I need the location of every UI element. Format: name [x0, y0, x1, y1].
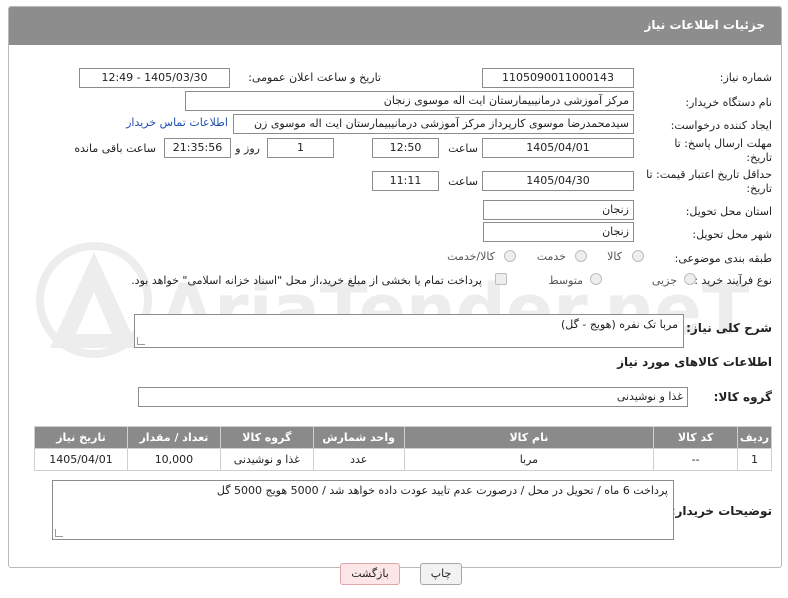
need-number-field: 1105090011000143 [482, 68, 634, 88]
reply-date-field: 1405/04/01 [482, 138, 634, 158]
creator-field: سیدمحمدرضا موسوی کارپرداز مرکز آموزشی در… [233, 114, 634, 134]
remaining-label: ساعت باقی مانده [74, 142, 156, 155]
payment-note: پرداخت تمام یا بخشی از مبلغ خرید،از محل … [131, 274, 482, 287]
goods-group-label: گروه کالا: [713, 390, 772, 404]
panel-header: جزئیات اطلاعات نیاز [9, 7, 781, 45]
cell-name: مربا [403, 448, 655, 471]
category-goods-label: کالا [607, 250, 622, 263]
col-unit: واحد شمارش [312, 426, 405, 449]
province-label: استان محل تحویل: [685, 205, 772, 218]
buyer-org-field: مرکز آموزشی درمانیبیمارستان ایت اله موسو… [185, 91, 634, 111]
reply-time-label: ساعت [448, 142, 478, 155]
description-text: مربا تک نفره (هویج - گل) [561, 318, 678, 331]
page-title: جزئیات اطلاعات نیاز [644, 18, 765, 32]
buyer-notes-field: پرداخت 6 ماه / تحویل در محل / درصورت عدم… [52, 480, 674, 540]
price-time-label: ساعت [448, 175, 478, 188]
need-number-label: شماره نیاز: [719, 71, 772, 84]
col-row: ردیف [737, 426, 772, 449]
days-label: روز و [235, 142, 260, 155]
reply-deadline-label: مهلت ارسال پاسخ: تا تاریخ: [674, 137, 772, 164]
price-time-field: 11:11 [372, 171, 439, 191]
price-validity-label: حداقل تاریخ اعتبار قیمت: تا تاریخ: [646, 168, 772, 195]
process-label: نوع فرآیند خرید : [694, 274, 772, 287]
announce-field: 1405/03/30 - 12:49 [79, 68, 230, 88]
category-label: طبقه بندی موضوعی: [674, 252, 772, 265]
contact-info-link[interactable]: اطلاعات تماس خریدار [126, 116, 228, 129]
buyer-notes-label: توضیحات خریدار: [670, 504, 772, 518]
resize-grip-icon[interactable] [137, 337, 145, 345]
cell-qty: 10,000 [127, 448, 221, 471]
treasury-payment-checkbox[interactable] [495, 273, 507, 285]
col-code: کد کالا [653, 426, 739, 449]
cell-group: غذا و نوشیدنی [219, 448, 314, 471]
process-minor-radio[interactable] [684, 273, 696, 285]
resize-grip-icon[interactable] [55, 529, 63, 537]
category-both-radio[interactable] [504, 250, 516, 262]
col-group: گروه کالا [219, 426, 314, 449]
col-date: تاریخ نیاز [34, 426, 128, 449]
cell-unit: عدد [312, 448, 405, 471]
col-qty: تعداد / مقدار [127, 426, 221, 449]
print-button[interactable]: چاپ [420, 563, 462, 585]
cell-row: 1 [737, 448, 772, 471]
category-service-label: خدمت [536, 250, 566, 263]
cell-code: -- [653, 448, 739, 471]
cell-date: 1405/04/01 [34, 448, 128, 471]
process-minor-label: جزیی [651, 274, 677, 287]
category-service-radio[interactable] [575, 250, 587, 262]
goods-table: ردیف کد کالا نام کالا واحد شمارش گروه کا… [34, 426, 772, 471]
city-label: شهر محل تحویل: [692, 228, 772, 241]
table-row: 1 -- مربا عدد غذا و نوشیدنی 10,000 1405/… [34, 448, 772, 471]
col-name: نام کالا [403, 426, 655, 449]
process-medium-label: متوسط [548, 274, 583, 287]
remaining-time-field: 21:35:56 [164, 138, 231, 158]
province-field: زنجان [483, 200, 634, 220]
process-medium-radio[interactable] [590, 273, 602, 285]
announce-label: تاریخ و ساعت اعلان عمومی: [248, 71, 381, 84]
price-date-field: 1405/04/30 [482, 171, 634, 191]
buyer-notes-text: پرداخت 6 ماه / تحویل در محل / درصورت عدم… [216, 484, 668, 497]
description-label: شرح کلی نیاز: [686, 321, 772, 335]
goods-info-title: اطلاعات کالاهای مورد نیاز [617, 355, 772, 369]
reply-time-field: 12:50 [372, 138, 439, 158]
back-button[interactable]: بازگشت [340, 563, 400, 585]
goods-group-field: غذا و نوشیدنی [138, 387, 688, 407]
category-both-label: کالا/خدمت [447, 250, 495, 263]
days-field: 1 [267, 138, 334, 158]
city-field: زنجان [483, 222, 634, 242]
buyer-org-label: نام دستگاه خریدار: [685, 96, 772, 109]
creator-label: ایجاد کننده درخواست: [670, 119, 772, 132]
category-goods-radio[interactable] [632, 250, 644, 262]
description-field: مربا تک نفره (هویج - گل) [134, 314, 684, 348]
